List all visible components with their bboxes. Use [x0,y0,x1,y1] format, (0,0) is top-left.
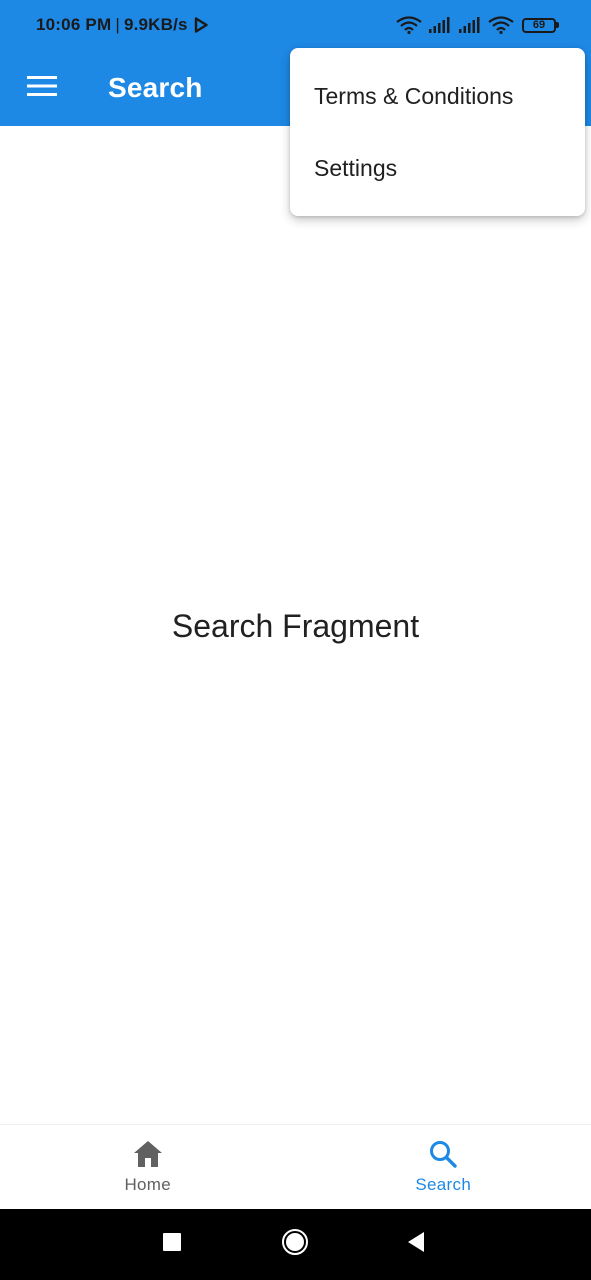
home-circle-icon [281,1228,309,1261]
main-content: Search Fragment [0,126,591,1124]
play-store-icon [194,17,208,33]
signal-icon [428,17,452,33]
bottom-navigation: Home Search [0,1124,591,1209]
search-icon [428,1139,458,1169]
hamburger-menu-button[interactable] [0,50,84,126]
status-bar-right: 69 [396,16,559,34]
home-icon [133,1139,163,1169]
wifi-icon [488,16,514,34]
fragment-label: Search Fragment [171,607,420,644]
bottom-nav-home[interactable]: Home [0,1125,296,1209]
recents-icon [162,1232,182,1257]
status-bar-left: 10:06 PM | 9.9KB/s [36,15,208,35]
bottom-nav-search-label: Search [415,1175,472,1194]
back-icon [406,1231,426,1258]
battery-level: 69 [522,17,556,33]
network-speed: 9.9KB/s [123,15,188,34]
bottom-nav-home-label: Home [124,1175,172,1194]
overflow-popup-menu: Terms & Conditions Settings [290,48,585,216]
bottom-nav-search[interactable]: Search [296,1125,591,1209]
system-home-button[interactable] [272,1209,318,1280]
wifi-icon [396,16,422,34]
system-navigation-bar [0,1209,591,1280]
battery-icon: 69 [522,17,559,33]
back-button[interactable] [396,1209,436,1280]
status-separator: | [115,15,120,34]
recents-button[interactable] [150,1209,194,1280]
hamburger-menu-icon [27,75,57,102]
menu-item-settings[interactable]: Settings [290,132,585,204]
page-title: Search [108,72,203,103]
status-time: 10:06 PM [36,15,112,34]
signal-icon [458,17,482,33]
status-bar: 10:06 PM | 9.9KB/s 69 [0,0,591,50]
menu-item-terms-conditions[interactable]: Terms & Conditions [290,60,585,132]
